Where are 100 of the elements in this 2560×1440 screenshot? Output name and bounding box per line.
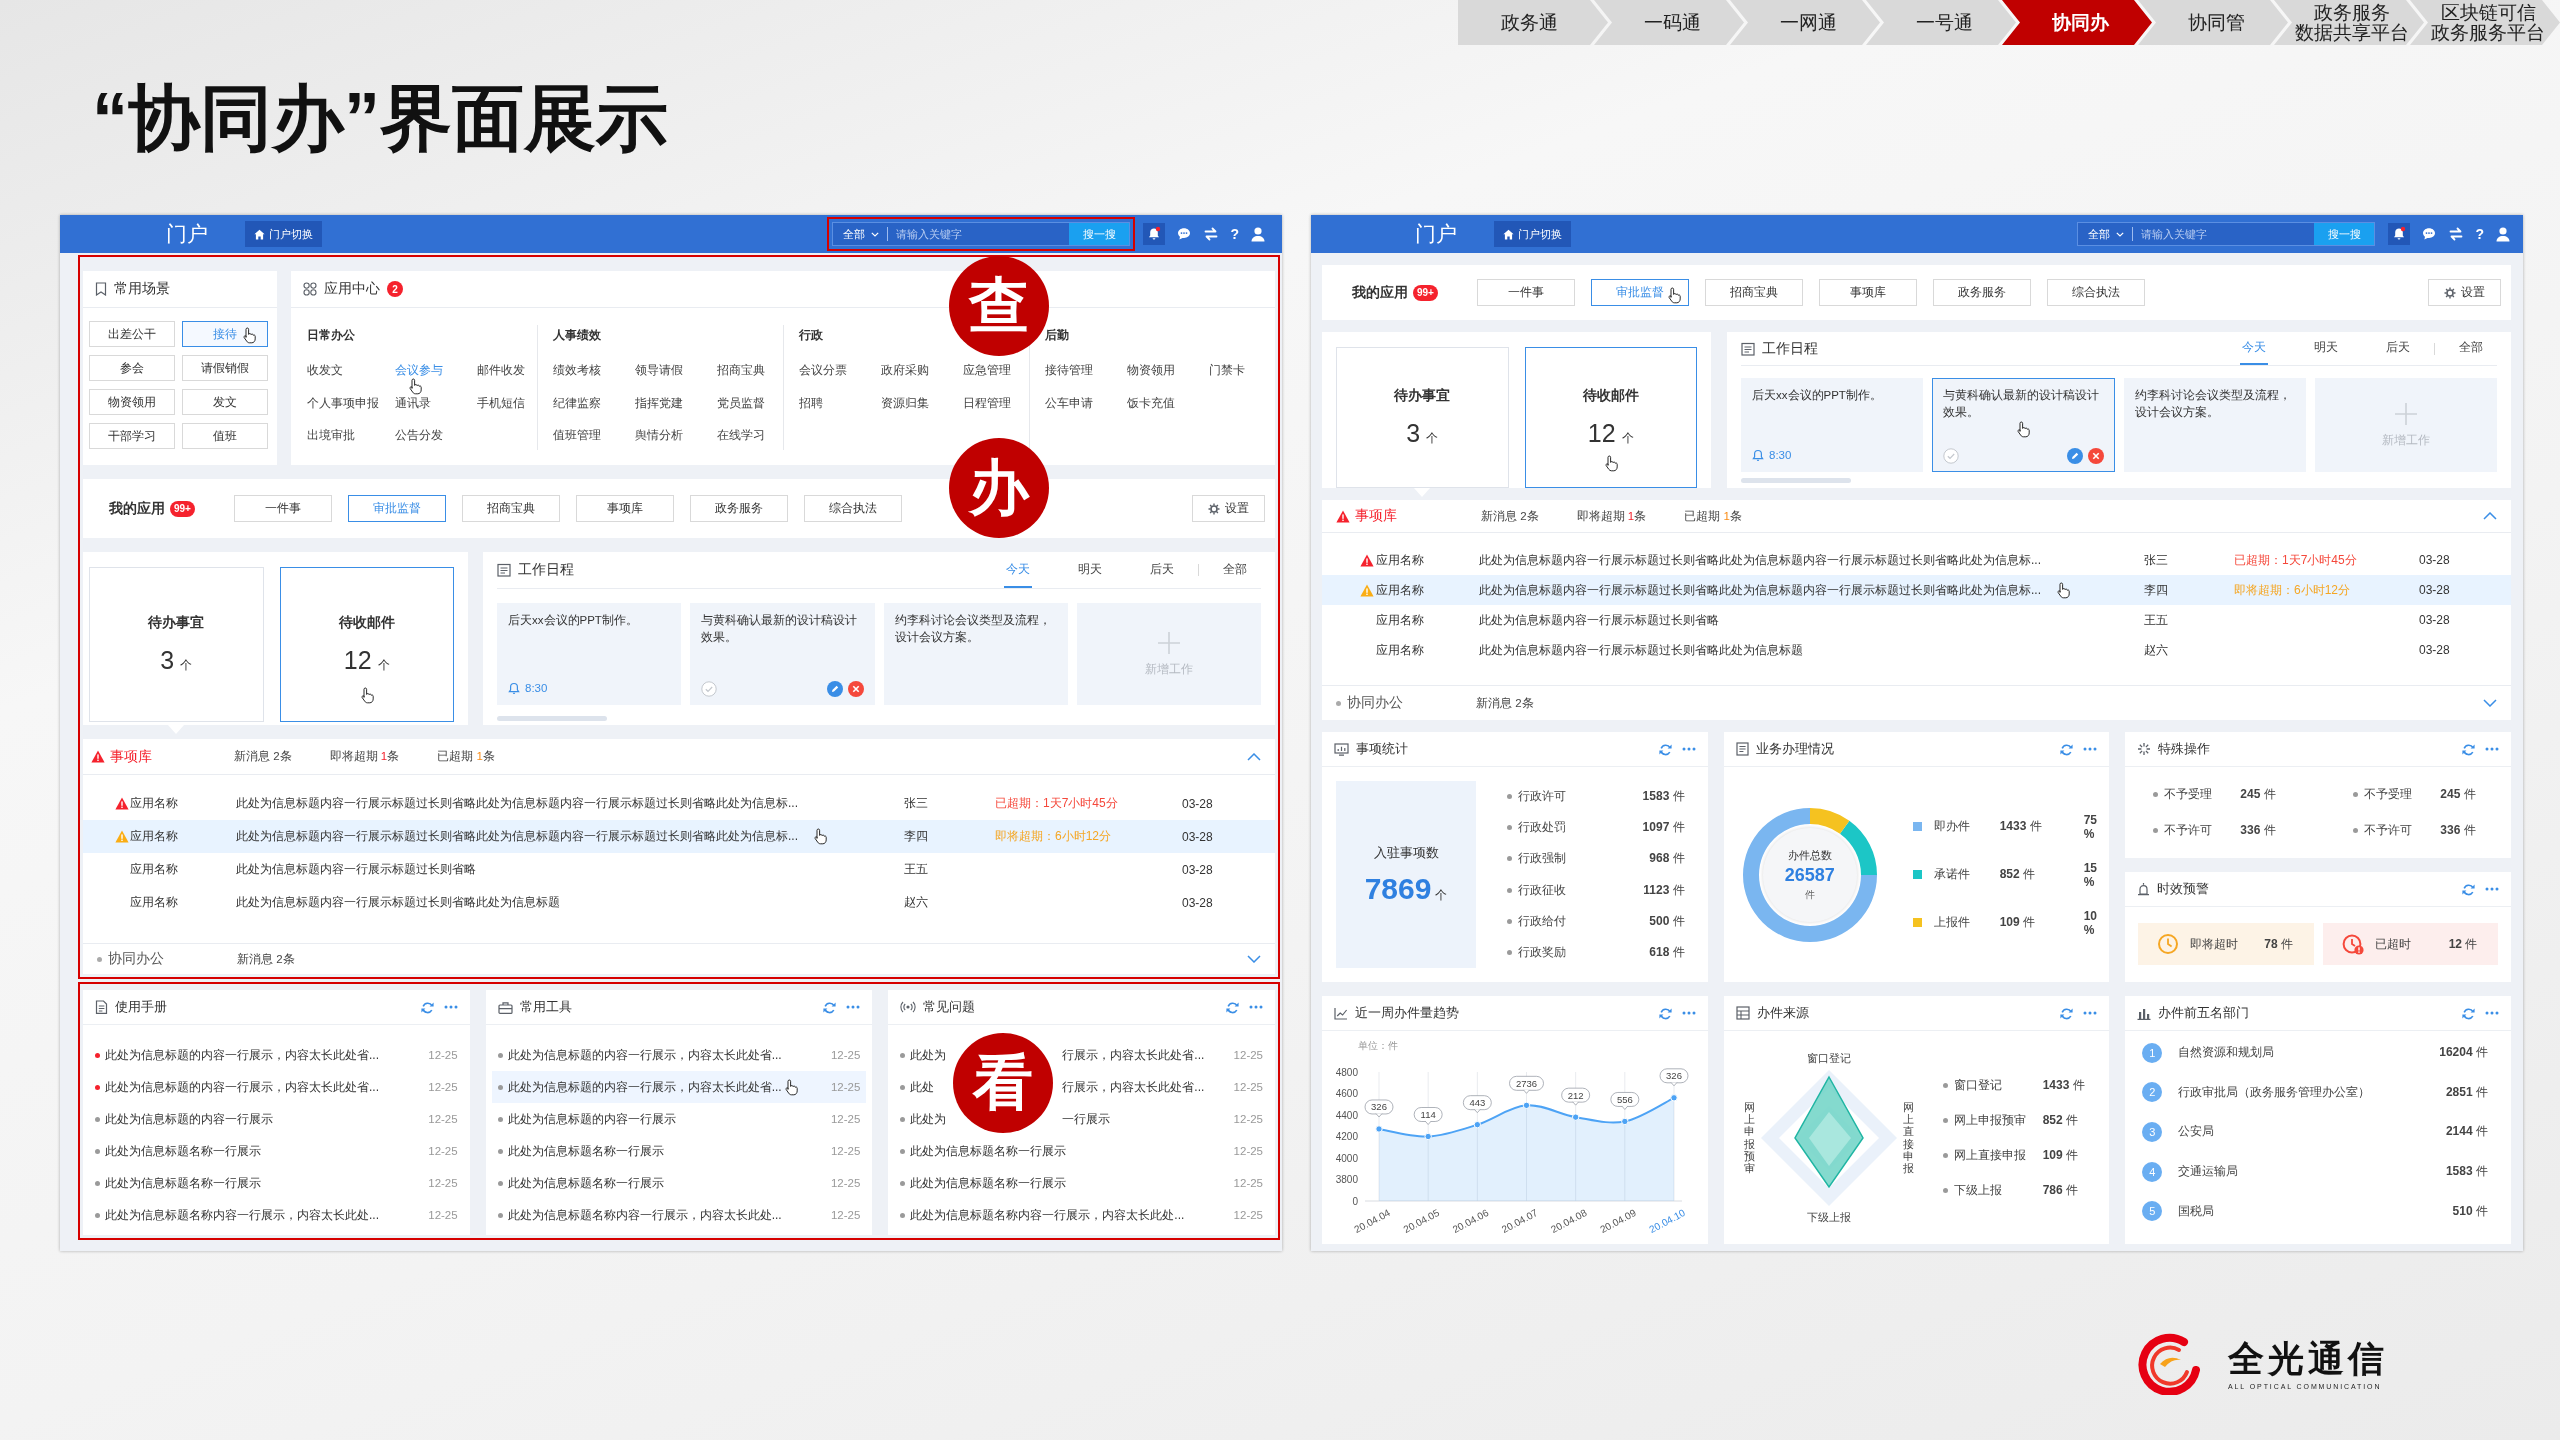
app-link[interactable]: 招聘 [799, 394, 823, 411]
nav-step[interactable]: 一网通 [1730, 0, 1880, 45]
summary-tile[interactable]: 待收邮件 12 个 [1524, 347, 1697, 497]
scrollbar[interactable] [1741, 478, 1851, 483]
bell-icon[interactable] [2388, 223, 2411, 245]
portal-switch-button[interactable]: 门户切换 [1494, 221, 1571, 247]
portal-switch-button[interactable]: 门户切换 [245, 221, 322, 247]
list-item[interactable]: 此处为信息标题的内容一行展示，内容太长此处省... 12-25 [89, 1039, 464, 1071]
app-link[interactable]: 接待管理 [1045, 362, 1093, 378]
check-circle-icon[interactable] [1943, 448, 1960, 464]
task-card[interactable]: 与黄科确认最新的设计稿设计效果。 [690, 603, 875, 705]
day-tab[interactable]: 后天 [1148, 552, 1176, 588]
app-link[interactable]: 招商宝典 [717, 362, 765, 378]
matter-row[interactable]: 应用名称 此处为信息标题内容一行展示标题过长则省略此处为信息标题 赵六 03-28 [83, 886, 1275, 919]
list-item[interactable]: 此处为信息标题的内容一行展示，内容太长此处省... 12-25 [89, 1071, 464, 1103]
app-tab-button[interactable]: 综合执法 [803, 495, 902, 522]
list-item[interactable]: 此处为信息标题的内容一行展示 12-25 [89, 1103, 464, 1135]
chevron-down-icon[interactable] [1247, 955, 1261, 963]
nav-step[interactable]: 区块链可信 政务服务平台 [2410, 0, 2560, 45]
nav-step[interactable]: 政务服务 数据共享平台 [2274, 0, 2424, 45]
refresh-icon[interactable] [420, 1000, 434, 1014]
scene-button[interactable]: 干部学习 [89, 423, 175, 449]
app-link[interactable]: 出境审批 [307, 427, 355, 443]
refresh-icon[interactable] [823, 1000, 837, 1014]
day-tab[interactable]: 明天 [2312, 332, 2340, 365]
task-card[interactable]: 约李科讨论会议类型及流程，设计会议方案。 [2123, 378, 2306, 472]
app-link[interactable]: 收发文 [307, 362, 343, 378]
chat-icon[interactable] [1176, 226, 1193, 242]
scope-dropdown[interactable]: 全部 [2078, 227, 2134, 241]
day-tab[interactable]: 今天 [1004, 552, 1032, 588]
app-tab-button[interactable]: 审批监督 [1590, 279, 1689, 306]
matter-row[interactable]: 应用名称 此处为信息标题内容一行展示标题过长则省略此处为信息标题 赵六 03-28 [1322, 635, 2511, 665]
app-link[interactable]: 会议参与 [395, 362, 443, 378]
matter-row[interactable]: 应用名称 此处为信息标题内容一行展示标题过长则省略此处为信息标题内容一行展示标题过长则省略此处为信息标... 张三 已超期：1天7小时45分 03-28 [1322, 545, 2511, 575]
check-circle-icon[interactable] [701, 681, 718, 697]
task-card[interactable]: 后天xx会议的PPT制作。 8:30 [1741, 378, 1924, 472]
list-item[interactable]: 此处为信息标题名称一行展示 12-25 [89, 1135, 464, 1167]
help-button[interactable]: ? [2475, 226, 2484, 242]
app-tab-button[interactable]: 招商宝典 [1704, 279, 1803, 306]
bell-icon[interactable] [1143, 223, 1166, 245]
app-link[interactable]: 门禁卡 [1209, 362, 1245, 378]
day-tab[interactable]: 后天 [2384, 332, 2412, 365]
matter-row[interactable]: 应用名称 此处为信息标题内容一行展示标题过长则省略此处为信息标题内容一行展示标题过长则省略此处为信息标... 李四 即将超期：6小时12分 03-28 [83, 820, 1275, 853]
more-icon[interactable] [846, 1005, 861, 1009]
app-link[interactable]: 政府采购 [881, 362, 929, 378]
more-icon[interactable] [1249, 1005, 1263, 1009]
chevron-up-icon[interactable] [1247, 752, 1261, 761]
summary-tile[interactable]: 待办事宜 3 个 [1336, 347, 1509, 497]
settings-button[interactable]: 设置 [2428, 279, 2501, 306]
more-icon[interactable] [1681, 747, 1696, 751]
day-tab[interactable]: 今天 [2240, 332, 2268, 365]
app-tab-button[interactable]: 审批监督 [347, 495, 446, 522]
list-item-text[interactable]: 一行展示 [1062, 1110, 1111, 1128]
app-tab-button[interactable]: 招商宝典 [461, 495, 560, 522]
list-item[interactable]: 此处为信息标题的内容一行展示，内容太长此处省... 12-25 [491, 1039, 867, 1071]
refresh-icon[interactable] [2060, 1006, 2074, 1020]
list-item[interactable]: 此处为信息标题的内容一行展示，内容太长此处省... 12-25 [491, 1071, 867, 1103]
matter-row[interactable]: 应用名称 此处为信息标题内容一行展示标题过长则省略 王五 03-28 [83, 853, 1275, 886]
refresh-icon[interactable] [1658, 742, 1672, 756]
scene-button[interactable]: 值班 [182, 423, 268, 449]
app-link[interactable]: 个人事项申报 [307, 394, 379, 411]
matter-row[interactable]: 应用名称 此处为信息标题内容一行展示标题过长则省略 王五 03-28 [1322, 605, 2511, 635]
day-tab[interactable]: 全部 [2457, 332, 2485, 365]
list-item-text[interactable]: 行展示，内容太长此处省... [1062, 1078, 1205, 1096]
app-link[interactable]: 手机短信 [477, 394, 525, 411]
app-tab-button[interactable]: 政务服务 [1932, 279, 2031, 306]
list-item-text[interactable]: 行展示，内容太长此处省... [1062, 1046, 1205, 1064]
swap-icon[interactable] [1203, 226, 1220, 242]
scene-button[interactable]: 发文 [182, 389, 268, 415]
app-link[interactable]: 绩效考核 [553, 362, 601, 378]
list-item[interactable]: 此处为信息标题名称一行展示 12-25 [89, 1167, 464, 1199]
task-card[interactable]: 约李科讨论会议类型及流程，设计会议方案。 [883, 603, 1068, 705]
chevron-down-icon[interactable] [2483, 699, 2497, 707]
nav-step[interactable]: 协同办 [2002, 0, 2152, 45]
delete-icon[interactable] [847, 681, 864, 697]
summary-tile[interactable]: 待办事宜 3 个 [89, 567, 264, 734]
chat-icon[interactable] [2421, 226, 2438, 242]
matter-row[interactable]: 应用名称 此处为信息标题内容一行展示标题过长则省略此处为信息标题内容一行展示标题过长则省略此处为信息标... 张三 已超期：1天7小时45分 03-28 [83, 787, 1275, 820]
list-item[interactable]: 此处为信息标题名称内容一行展示，内容太长此处... 12-25 [894, 1199, 1269, 1231]
app-link[interactable]: 日程管理 [963, 394, 1011, 411]
swap-icon[interactable] [2448, 226, 2465, 242]
app-link[interactable]: 物资领用 [1127, 362, 1175, 378]
day-tab[interactable]: 全部 [1221, 552, 1249, 588]
app-link[interactable]: 值班管理 [553, 427, 601, 443]
app-tab-button[interactable]: 一件事 [1476, 279, 1575, 306]
list-item-text[interactable]: 此处为 [910, 1046, 947, 1064]
more-icon[interactable] [1681, 1011, 1696, 1015]
app-tab-button[interactable]: 一件事 [233, 495, 332, 522]
app-tab-button[interactable]: 政务服务 [689, 495, 788, 522]
summary-tile[interactable]: 待收邮件 12 个 [279, 567, 454, 734]
refresh-icon[interactable] [2462, 882, 2475, 896]
scrollbar[interactable] [497, 716, 607, 721]
app-link[interactable]: 邮件收发 [477, 362, 525, 378]
scene-button[interactable]: 请假销假 [182, 355, 268, 381]
user-icon[interactable] [1250, 226, 1266, 242]
app-tab-button[interactable]: 事项库 [1818, 279, 1917, 306]
refresh-icon[interactable] [1658, 1006, 1672, 1020]
help-button[interactable]: ? [1230, 226, 1239, 242]
app-link[interactable]: 饭卡充值 [1127, 394, 1175, 411]
refresh-icon[interactable] [2462, 1006, 2475, 1020]
